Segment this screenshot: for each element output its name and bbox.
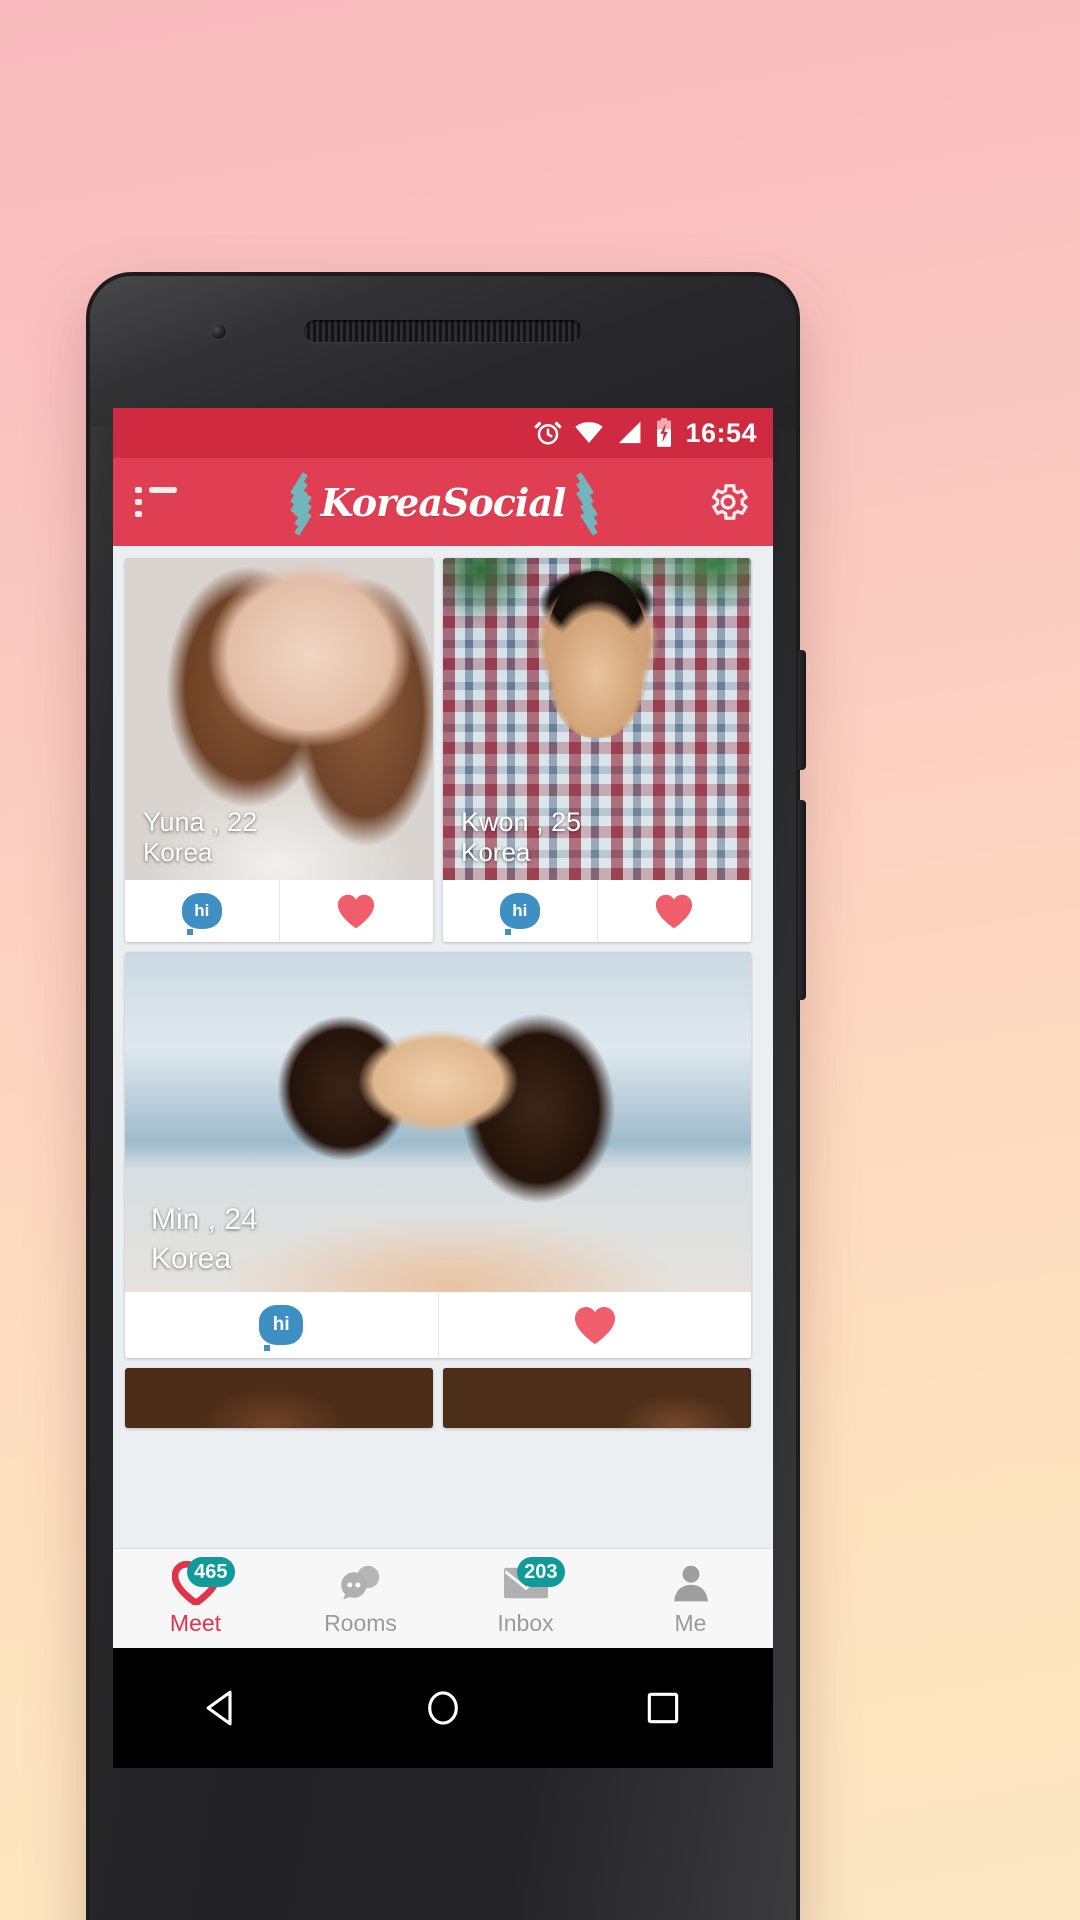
heart-icon: [338, 894, 375, 929]
phone-device: 16:54 KoreaSocial Yuna , 22 Korea hi Kwo…: [86, 272, 806, 1920]
wallpaper-background: 16:54 KoreaSocial Yuna , 22 Korea hi Kwo…: [0, 0, 1080, 1920]
profile-name: Yuna , 22: [143, 807, 258, 838]
tab-rooms-label: Rooms: [324, 1610, 397, 1636]
chat-bubble-icon: hi: [499, 893, 540, 935]
profile-country: Korea: [151, 1241, 232, 1275]
triangle-back-icon[interactable]: [202, 1687, 244, 1729]
front-camera-icon: [211, 324, 226, 339]
profile-country: Korea: [461, 837, 531, 868]
alarm-icon: [535, 421, 562, 445]
tab-meet[interactable]: 465 Meet: [113, 1549, 278, 1648]
profile-card[interactable]: Min , 24 Korea hi: [125, 952, 751, 1358]
profile-photo[interactable]: Yuna , 22 Korea: [125, 558, 433, 880]
brand-title: KoreaSocial: [320, 479, 567, 525]
profile-photo[interactable]: [125, 1368, 433, 1428]
chat-bubble-icon: hi: [181, 893, 222, 935]
card-actions: hi: [443, 880, 751, 942]
status-bar: 16:54: [113, 408, 773, 458]
tab-meet-icon-wrap: 465: [167, 1557, 235, 1606]
card-actions: hi: [125, 880, 433, 942]
like-button[interactable]: [437, 1292, 752, 1358]
profile-card[interactable]: Kwon , 25 Korea hi: [443, 558, 751, 942]
tab-meet-badge: 465: [187, 1557, 235, 1587]
bottom-tab-bar: 465 Meet Rooms 203 Inbox Me: [113, 1548, 773, 1648]
profile-caption: Yuna , 22 Korea: [143, 807, 257, 868]
tab-me[interactable]: Me: [608, 1549, 773, 1648]
tab-meet-label: Meet: [169, 1610, 222, 1636]
brand-logo: KoreaSocial: [113, 458, 773, 546]
tab-inbox-icon-wrap: 203: [497, 1557, 565, 1606]
list-menu-icon[interactable]: [135, 487, 177, 517]
profile-card[interactable]: Yuna , 22 Korea hi: [125, 558, 433, 942]
like-button[interactable]: [278, 880, 434, 942]
trigram-left-lower-icon: [287, 473, 317, 536]
status-bar-clock: 16:54: [685, 417, 757, 448]
chat-bubbles-icon: [340, 1565, 379, 1600]
profile-photo[interactable]: Kwon , 25 Korea: [443, 558, 751, 880]
say-hi-button[interactable]: hi: [125, 1292, 438, 1358]
profile-photo-image: [443, 1368, 751, 1428]
trigram-right-upper-icon: [569, 472, 599, 531]
person-icon: [673, 1565, 708, 1602]
tab-inbox-label: Inbox: [497, 1610, 554, 1636]
wifi-icon: [575, 422, 604, 443]
earpiece-speaker: [304, 320, 582, 342]
battery-charging-icon: [657, 418, 672, 447]
android-navigation-bar: [113, 1648, 773, 1768]
say-hi-button[interactable]: hi: [443, 880, 597, 942]
tab-inbox[interactable]: 203 Inbox: [443, 1549, 608, 1648]
profile-caption: Kwon , 25 Korea: [461, 807, 581, 868]
signal-icon: [619, 421, 641, 444]
tab-me-icon-wrap: [662, 1560, 720, 1606]
tab-me-label: Me: [674, 1610, 707, 1636]
square-recents-icon[interactable]: [642, 1687, 684, 1729]
circle-home-icon[interactable]: [422, 1687, 464, 1729]
tab-rooms[interactable]: Rooms: [278, 1549, 443, 1648]
power-button[interactable]: [798, 800, 806, 1000]
profile-card[interactable]: [443, 1368, 751, 1428]
tab-inbox-badge: 203: [517, 1557, 565, 1587]
trigram-right-lower-icon: [573, 473, 603, 536]
phone-top-face: [90, 276, 796, 426]
tab-rooms-icon-wrap: [332, 1560, 390, 1606]
profile-name: Min , 24: [151, 1203, 258, 1236]
profile-feed[interactable]: Yuna , 22 Korea hi Kwon , 25 Korea hi Mi…: [113, 546, 773, 1548]
profile-country: Korea: [143, 837, 213, 868]
like-button[interactable]: [596, 880, 752, 942]
profile-caption: Min , 24 Korea: [151, 1203, 258, 1276]
gear-icon[interactable]: [705, 479, 751, 525]
heart-icon: [656, 894, 693, 929]
profile-card[interactable]: [125, 1368, 433, 1428]
heart-icon: [574, 1307, 615, 1345]
card-actions: hi: [125, 1292, 751, 1358]
trigram-left-upper-icon: [283, 472, 313, 531]
phone-screen: 16:54 KoreaSocial Yuna , 22 Korea hi Kwo…: [113, 408, 773, 1648]
profile-photo-image: [125, 1368, 433, 1428]
chat-bubble-icon: hi: [259, 1305, 304, 1351]
say-hi-button[interactable]: hi: [125, 880, 279, 942]
profile-photo[interactable]: Min , 24 Korea: [125, 952, 751, 1292]
profile-photo[interactable]: [443, 1368, 751, 1428]
profile-name: Kwon , 25: [461, 807, 582, 838]
volume-button[interactable]: [798, 650, 806, 770]
app-bar: KoreaSocial: [113, 458, 773, 546]
